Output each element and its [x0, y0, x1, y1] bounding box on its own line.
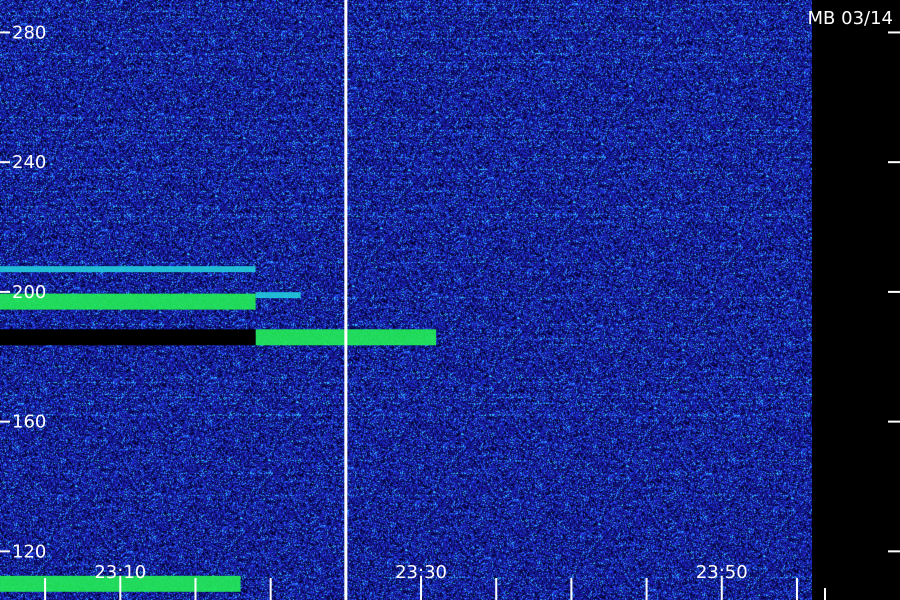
signal-band-2 — [255, 292, 301, 299]
signal-band-4 — [0, 329, 256, 346]
x-tick-label-0: 23:10 — [94, 562, 146, 583]
signal-band-0 — [0, 266, 256, 273]
x-tick-label-1: 23:30 — [395, 562, 447, 583]
y-tick-label-0: 120 — [12, 541, 46, 562]
y-tick-label-4: 280 — [12, 22, 46, 43]
y-tick-label-1: 160 — [12, 412, 46, 433]
chart-title: MB 03/14 — [808, 8, 893, 29]
y-tick-label-3: 240 — [12, 152, 46, 173]
spectrogram-chart: 120 160 200 240 280 23:10 23:30 23:50 MB 03/14 — [0, 0, 900, 600]
x-tick-label-2: 23:50 — [696, 562, 748, 583]
right-margin — [812, 0, 900, 600]
y-tick-label-2: 200 — [12, 282, 46, 303]
spectrogram-svg: 120 160 200 240 280 23:10 23:30 23:50 MB 03/14 — [0, 0, 900, 600]
